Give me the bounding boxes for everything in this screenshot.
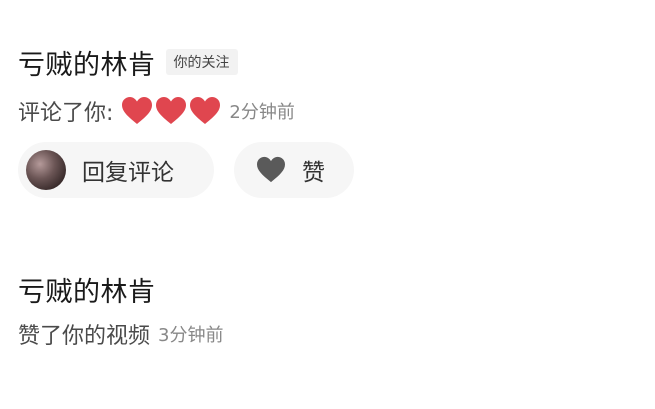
reply-label: 回复评论 <box>82 160 174 186</box>
notification-header: 亏贼的林肯 <box>18 270 223 309</box>
notification-actions: 回复评论 赞 <box>18 142 354 198</box>
notification-list: 亏贼的林肯 你的关注 评论了你: 2分钟前 回复评论 赞 亏贼的林肯 赞了你的视… <box>0 0 655 409</box>
timestamp: 3分钟前 <box>158 325 224 346</box>
reply-comment-button[interactable]: 回复评论 <box>18 142 214 198</box>
message-text: 赞了你的视频 <box>18 324 151 349</box>
notification-item-comment[interactable]: 亏贼的林肯 你的关注 评论了你: 2分钟前 回复评论 赞 <box>18 44 354 198</box>
following-badge: 你的关注 <box>165 49 238 75</box>
like-button[interactable]: 赞 <box>234 142 354 198</box>
red-heart-emoji-icon <box>122 97 153 124</box>
username[interactable]: 亏贼的林肯 <box>18 43 156 82</box>
notification-message: 赞了你的视频 3分钟前 <box>18 317 223 351</box>
message-text: 评论了你: <box>18 101 114 126</box>
like-label: 赞 <box>302 160 325 186</box>
user-avatar <box>26 150 66 190</box>
notification-message: 评论了你: 2分钟前 <box>18 94 354 128</box>
timestamp: 2分钟前 <box>229 102 295 123</box>
comment-emoji-content <box>121 96 221 126</box>
heart-icon <box>257 156 285 183</box>
notification-item-like[interactable]: 亏贼的林肯 赞了你的视频 3分钟前 <box>18 271 223 351</box>
red-heart-emoji-icon <box>190 97 221 124</box>
username[interactable]: 亏贼的林肯 <box>18 270 156 309</box>
notification-header: 亏贼的林肯 你的关注 <box>18 43 354 82</box>
red-heart-emoji-icon <box>156 97 187 124</box>
